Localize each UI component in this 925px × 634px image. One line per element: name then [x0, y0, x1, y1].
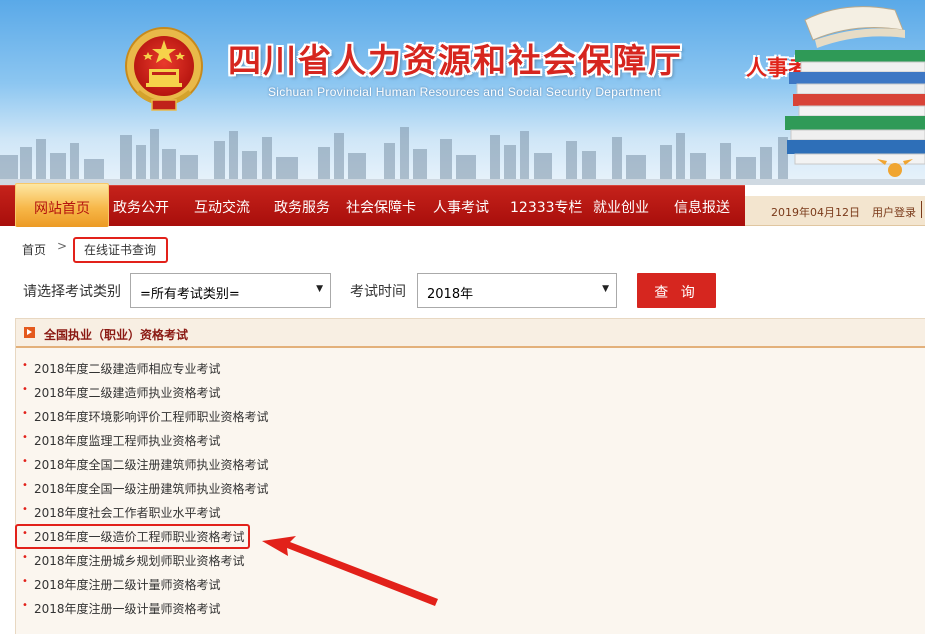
panel-header: 全国执业（职业）资格考试 — [16, 319, 925, 348]
header-banner: 四川省人力资源和社会保障厅 Sichuan Provincial Human R… — [0, 0, 925, 185]
nav-item-personnel-exam[interactable]: 人事考试 — [433, 197, 489, 217]
list-item: • 2018年度监理工程师执业资格考试 — [16, 429, 916, 453]
nav-item-info-report[interactable]: 信息报送 — [674, 197, 730, 217]
list-item: • 2018年度全国一级注册建筑师执业资格考试 — [16, 477, 916, 501]
list-item: • 2018年度二级建造师执业资格考试 — [16, 381, 916, 405]
category-label: 请选择考试类别 — [23, 284, 121, 300]
bullet-icon: • — [22, 408, 28, 419]
bullet-icon: • — [22, 360, 28, 371]
exam-link[interactable]: 2018年度全国二级注册建筑师执业资格考试 — [34, 456, 269, 473]
book-stack-illustration — [785, 6, 925, 177]
exam-link[interactable]: 2018年度注册一级计量师资格考试 — [34, 600, 221, 617]
annotation-highlight-exam — [15, 524, 250, 549]
site-subtitle: Sichuan Provincial Human Resources and S… — [268, 85, 662, 99]
bullet-icon: • — [22, 456, 28, 467]
dropdown-arrow-icon: ▼ — [316, 284, 323, 294]
exam-link[interactable]: 2018年度环境影响评价工程师职业资格考试 — [34, 408, 269, 425]
nav-item-social-security-card[interactable]: 社会保障卡 — [346, 197, 416, 217]
exam-link[interactable]: 2018年度二级建造师执业资格考试 — [34, 384, 221, 401]
main-nav: 网站首页 政务公开 互动交流 政务服务 社会保障卡 人事考试 12333专栏 就… — [0, 183, 745, 227]
nav-item-services[interactable]: 政务服务 — [274, 197, 330, 217]
bullet-icon: • — [22, 552, 28, 563]
top-info-bar: 2019年04月12日 用户登录 — [745, 196, 925, 226]
exam-list: • 2018年度二级建造师相应专业考试 • 2018年度二级建造师执业资格考试 • 2… — [16, 357, 916, 621]
arrow-right-icon — [24, 327, 35, 338]
annotation-highlight-breadcrumb — [73, 237, 168, 263]
time-label: 考试时间 — [350, 284, 406, 300]
year-select[interactable]: 2018年 ▼ — [417, 273, 617, 308]
exam-link[interactable]: 2018年度注册二级计量师资格考试 — [34, 576, 221, 593]
category-select[interactable]: =所有考试类别= ▼ — [130, 273, 331, 308]
divider — [921, 201, 922, 218]
bullet-icon: • — [22, 576, 28, 587]
site-title: 四川省人力资源和社会保障厅 — [228, 41, 683, 80]
national-emblem-icon — [125, 27, 203, 111]
breadcrumb-home-link[interactable]: 首页 — [22, 241, 46, 258]
bullet-icon: • — [22, 600, 28, 611]
exam-link[interactable]: 2018年度监理工程师执业资格考试 — [34, 432, 221, 449]
nav-item-employment[interactable]: 就业创业 — [593, 197, 649, 217]
list-item: • 2018年度注册一级计量师资格考试 — [16, 597, 916, 621]
exam-link[interactable]: 2018年度社会工作者职业水平考试 — [34, 504, 221, 521]
login-link[interactable]: 用户登录 — [872, 204, 916, 220]
list-item: • 2018年度二级建造师相应专业考试 — [16, 357, 916, 381]
exam-link[interactable]: 2018年度注册城乡规划师职业资格考试 — [34, 552, 245, 569]
list-item: • 2018年度全国二级注册建筑师执业资格考试 — [16, 453, 916, 477]
nav-item-government-affairs[interactable]: 政务公开 — [113, 197, 169, 217]
list-item: • 2018年度注册城乡规划师职业资格考试 — [16, 549, 916, 573]
list-item: • 2018年度环境影响评价工程师职业资格考试 — [16, 405, 916, 429]
panel-title: 全国执业（职业）资格考试 — [44, 328, 189, 342]
exam-panel: 全国执业（职业）资格考试 • 2018年度二级建造师相应专业考试 • 2018年度二… — [15, 318, 925, 634]
current-date: 2019年04月12日 — [771, 206, 860, 219]
list-item: • 2018年度社会工作者职业水平考试 — [16, 501, 916, 525]
bullet-icon: • — [22, 384, 28, 395]
bullet-icon: • — [22, 480, 28, 491]
breadcrumb-separator-icon: > — [57, 239, 68, 253]
query-button[interactable]: 查 询 — [637, 273, 716, 308]
exam-link[interactable]: 2018年度全国一级注册建筑师执业资格考试 — [34, 480, 269, 497]
dropdown-arrow-icon: ▼ — [602, 284, 609, 294]
nav-item-interaction[interactable]: 互动交流 — [194, 197, 250, 217]
nav-item-home[interactable]: 网站首页 — [15, 183, 109, 227]
bullet-icon: • — [22, 504, 28, 515]
list-item: • 2018年度注册二级计量师资格考试 — [16, 573, 916, 597]
bullet-icon: • — [22, 432, 28, 443]
nav-item-12333[interactable]: 12333专栏 — [510, 197, 583, 217]
exam-link[interactable]: 2018年度二级建造师相应专业考试 — [34, 360, 221, 377]
year-select-value: 2018年 — [427, 287, 474, 302]
category-select-value: =所有考试类别= — [140, 287, 240, 302]
